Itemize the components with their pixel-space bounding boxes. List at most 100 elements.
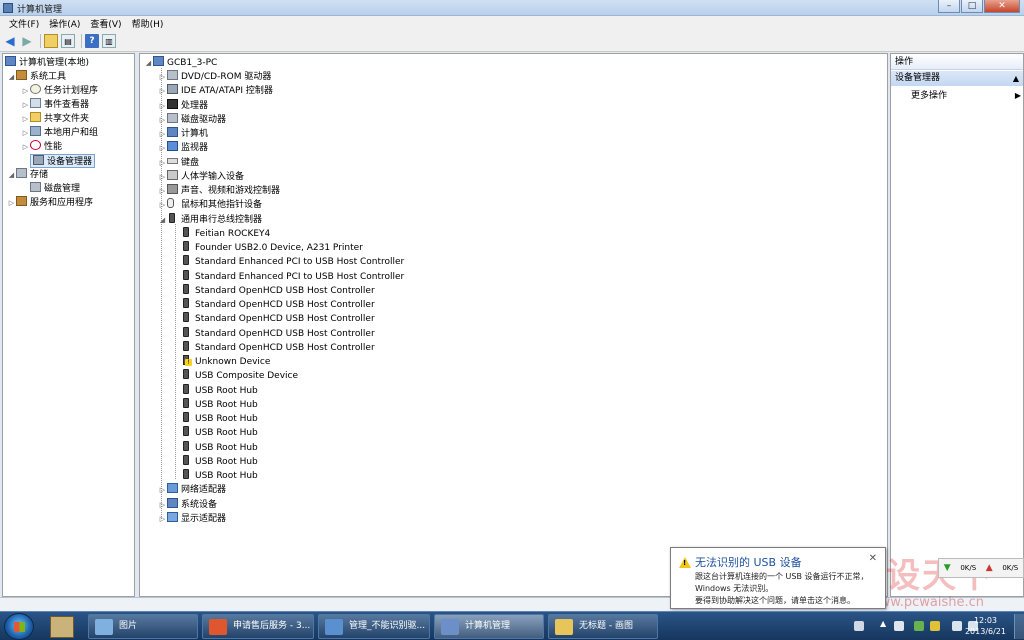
usb-device-item[interactable]: Standard Enhanced PCI to USB Host Contro… (181, 255, 404, 269)
device-category[interactable]: ▷ 系统设备 (158, 497, 217, 512)
device-category[interactable]: ◢ 通用串行总线控制器 (158, 212, 262, 227)
usb-device-item[interactable]: Standard OpenHCD USB Host Controller (181, 340, 375, 355)
usb-device-item[interactable]: USB Root Hub (181, 412, 258, 426)
usb-device-item[interactable]: Standard OpenHCD USB Host Controller (181, 283, 375, 298)
taskbar-button[interactable]: 申请售后服务 - 3... (202, 614, 314, 639)
expand-arrow-icon[interactable]: ▷ (21, 112, 30, 126)
device-category[interactable]: ▷ 鼠标和其他指针设备 (158, 198, 262, 212)
close-button[interactable]: ✕ (984, 0, 1020, 13)
menu-view[interactable]: 查看(V) (85, 17, 126, 30)
expand-arrow-icon[interactable]: ▷ (21, 126, 30, 140)
expand-arrow-icon[interactable]: ▷ (158, 184, 167, 198)
expand-arrow-icon[interactable]: ▷ (158, 498, 167, 512)
show-desktop-button[interactable] (1014, 614, 1024, 639)
expand-arrow-icon[interactable]: ▷ (21, 84, 30, 98)
menu-help[interactable]: 帮助(H) (127, 17, 169, 30)
usb-device-item[interactable]: USB Root Hub (181, 440, 258, 455)
tree-system-tools[interactable]: ◢ 系统工具 (7, 70, 66, 84)
expand-arrow-icon[interactable]: ▷ (158, 156, 167, 170)
usb-error-notification[interactable]: ! 无法识别的 USB 设备 ✕ 跟这台计算机连接的一个 USB 设备运行不正常… (670, 547, 886, 609)
start-button[interactable] (4, 613, 34, 640)
network-tray-icon[interactable] (952, 621, 962, 631)
device-category[interactable]: ▷ 监视器 (158, 141, 208, 155)
collapse-caret-icon[interactable]: ▲ (1013, 71, 1019, 86)
menu-file[interactable]: 文件(F) (4, 17, 44, 30)
usb-tray-icon[interactable] (894, 621, 904, 631)
taskbar-button[interactable]: 计算机管理 (434, 614, 544, 639)
minimize-button[interactable]: – (938, 0, 960, 13)
expand-arrow-icon[interactable]: ▷ (7, 196, 16, 210)
expand-arrow-icon[interactable]: ▷ (158, 198, 167, 212)
collapse-arrow-icon[interactable]: ◢ (7, 70, 16, 84)
device-category[interactable]: ▷ 显示适配器 (158, 511, 226, 526)
expand-arrow-icon[interactable]: ▷ (158, 127, 167, 141)
usb-device-item[interactable]: USB Root Hub (181, 469, 258, 483)
collapse-arrow-icon[interactable]: ◢ (7, 168, 16, 182)
back-arrow-icon[interactable]: ◀ (3, 34, 17, 48)
expand-arrow-icon[interactable]: ▷ (158, 70, 167, 84)
expand-arrow-icon[interactable]: ▷ (158, 170, 167, 184)
device-tree-root[interactable]: ◢ GCB1_3-PC (144, 56, 217, 70)
tree-disk-management[interactable]: 磁盘管理 (30, 182, 80, 196)
usb-device-item[interactable]: Unknown Device (181, 355, 270, 369)
taskbar-button[interactable]: 管理_不能识别驱... (318, 614, 430, 639)
forward-arrow-icon[interactable]: ▶ (20, 34, 34, 48)
expand-arrow-icon[interactable]: ▷ (158, 141, 167, 155)
expand-arrow-icon[interactable]: ▷ (158, 99, 167, 113)
more-actions-item[interactable]: 更多操作 ▶ (911, 89, 1021, 103)
expand-arrow-icon[interactable]: ▷ (158, 512, 167, 526)
usb-device-item[interactable]: USB Root Hub (181, 454, 258, 469)
expand-arrow-icon[interactable]: ▷ (21, 140, 30, 154)
tray-icon[interactable] (930, 621, 940, 631)
menu-action[interactable]: 操作(A) (44, 17, 85, 30)
usb-device-item[interactable]: Feitian ROCKEY4 (181, 226, 270, 241)
tray-clock[interactable]: 12:03 2013/6/21 (965, 615, 1006, 637)
device-category[interactable]: ▷ 计算机 (158, 127, 208, 141)
expand-arrow-icon[interactable]: ▷ (158, 483, 167, 497)
properties-icon[interactable]: ▥ (102, 34, 116, 48)
device-category[interactable]: ▷ 人体学输入设备 (158, 169, 244, 184)
tree-event-viewer[interactable]: ▷ 事件查看器 (21, 98, 89, 112)
expand-arrow-icon[interactable]: ▷ (21, 98, 30, 112)
device-category[interactable]: ▷ 声音、视频和游戏控制器 (158, 184, 280, 198)
ime-tray-icon[interactable] (914, 621, 924, 631)
device-category[interactable]: ▷ 键盘 (158, 156, 199, 170)
actions-section-device-manager[interactable]: 设备管理器 ▲ (891, 71, 1023, 86)
usb-device-item[interactable]: Standard OpenHCD USB Host Controller (181, 312, 375, 326)
usb-device-item[interactable]: USB Root Hub (181, 383, 258, 398)
tree-device-manager[interactable]: 设备管理器 (30, 154, 96, 168)
help-icon[interactable]: ? (85, 34, 99, 48)
tree-local-users[interactable]: ▷ 本地用户和组 (21, 126, 98, 140)
tree-performance[interactable]: ▷ 性能 (21, 140, 62, 154)
taskbar-button[interactable]: 无标题 - 画图 (548, 614, 658, 639)
device-category[interactable]: ▷ DVD/CD-ROM 驱动器 (158, 70, 271, 84)
collapse-arrow-icon[interactable]: ◢ (144, 56, 153, 70)
usb-device-item[interactable]: USB Composite Device (181, 369, 298, 383)
device-category[interactable]: ▷ 磁盘驱动器 (158, 112, 226, 127)
tray-expand-icon[interactable]: ▲ (880, 619, 890, 629)
close-icon[interactable]: ✕ (869, 553, 877, 564)
collapse-arrow-icon[interactable]: ◢ (158, 213, 167, 227)
tree-shared-folders[interactable]: ▷ 共享文件夹 (21, 112, 89, 126)
taskbar-button[interactable]: 图片 (88, 614, 198, 639)
device-category[interactable]: ▷ 网络适配器 (158, 483, 226, 497)
usb-device-item[interactable]: USB Root Hub (181, 397, 258, 412)
expand-arrow-icon[interactable]: ▷ (158, 113, 167, 127)
tree-task-scheduler[interactable]: ▷ 任务计划程序 (21, 84, 98, 98)
device-category[interactable]: ▷ IDE ATA/ATAPI 控制器 (158, 84, 273, 98)
device-category[interactable]: ▷ 处理器 (158, 98, 208, 113)
usb-device-item[interactable]: Standard OpenHCD USB Host Controller (181, 326, 375, 341)
tray-icon[interactable] (854, 621, 864, 631)
usb-device-item[interactable]: Founder USB2.0 Device, A231 Printer (181, 241, 363, 255)
tree-storage[interactable]: ◢ 存储 (7, 168, 48, 182)
tree-services[interactable]: ▷ 服务和应用程序 (7, 196, 93, 210)
up-folder-icon[interactable] (44, 34, 58, 48)
usb-device-item[interactable]: USB Root Hub (181, 426, 258, 440)
maximize-button[interactable]: □ (961, 0, 983, 13)
usb-device-item[interactable]: Standard OpenHCD USB Host Controller (181, 298, 375, 312)
expand-arrow-icon[interactable]: ▷ (158, 84, 167, 98)
tree-root[interactable]: 计算机管理(本地) (5, 56, 89, 70)
show-hide-tree-icon[interactable]: ▤ (61, 34, 75, 48)
quick-launch-icon[interactable] (50, 616, 74, 638)
usb-device-item[interactable]: Standard Enhanced PCI to USB Host Contro… (181, 269, 404, 284)
